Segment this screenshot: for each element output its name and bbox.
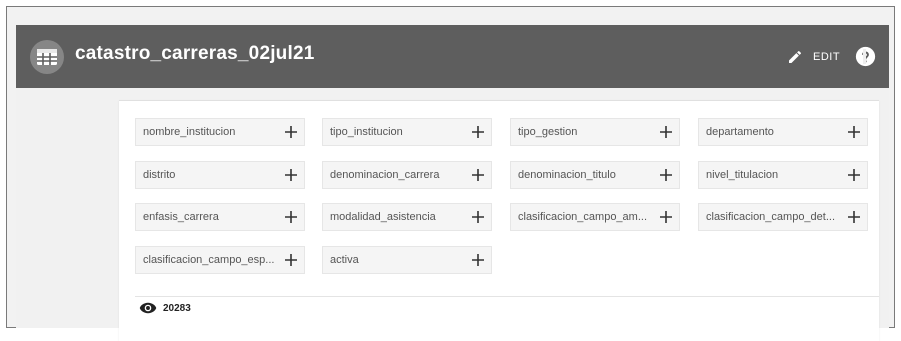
records-footer: 20283 (135, 296, 879, 319)
field-chip[interactable]: clasificacion_campo_det... (698, 203, 868, 231)
plus-icon[interactable] (467, 164, 489, 186)
app-title: catastro_carreras_02jul21 (75, 43, 315, 64)
plus-icon[interactable] (843, 164, 865, 186)
field-label: tipo_institucion (330, 126, 403, 138)
eye-icon (139, 302, 157, 314)
view-count: 20283 (163, 302, 191, 314)
overflow-menu-edge[interactable] (863, 49, 866, 64)
field-label: denominacion_carrera (330, 169, 440, 181)
field-label: nivel_titulacion (706, 169, 779, 181)
field-label: clasificacion_campo_am... (518, 211, 648, 223)
plus-icon[interactable] (843, 121, 865, 143)
field-chip[interactable]: distrito (135, 161, 305, 189)
field-chip[interactable]: denominacion_carrera (322, 161, 492, 189)
plus-icon[interactable] (280, 206, 302, 228)
field-chip[interactable]: denominacion_titulo (510, 161, 680, 189)
field-label: activa (330, 254, 359, 266)
field-chip[interactable]: activa (322, 246, 492, 274)
plus-icon[interactable] (843, 206, 865, 228)
field-chip[interactable]: tipo_gestion (510, 118, 680, 146)
field-label: tipo_gestion (518, 126, 578, 138)
edit-button[interactable]: EDIT (787, 47, 840, 67)
plus-icon[interactable] (280, 164, 302, 186)
field-chip[interactable]: clasificacion_campo_am... (510, 203, 680, 231)
field-chip[interactable]: enfasis_carrera (135, 203, 305, 231)
field-chip[interactable]: departamento (698, 118, 868, 146)
plus-icon[interactable] (467, 206, 489, 228)
field-label: modalidad_asistencia (330, 211, 436, 223)
field-label: clasificacion_campo_esp... (143, 254, 275, 266)
plus-icon[interactable] (655, 206, 677, 228)
field-label: clasificacion_campo_det... (706, 211, 836, 223)
field-chip[interactable]: tipo_institucion (322, 118, 492, 146)
field-label: nombre_institucion (143, 126, 236, 138)
plus-icon[interactable] (655, 164, 677, 186)
field-chip[interactable]: nivel_titulacion (698, 161, 868, 189)
plus-icon[interactable] (467, 249, 489, 271)
plus-icon[interactable] (280, 249, 302, 271)
table-icon (30, 40, 64, 74)
edit-label: EDIT (813, 51, 841, 63)
plus-icon[interactable] (467, 121, 489, 143)
pencil-icon (789, 50, 802, 63)
app-header: catastro_carreras_02jul21 EDIT (16, 25, 889, 88)
field-label: distrito (143, 169, 176, 181)
field-label: denominacion_titulo (518, 169, 616, 181)
plus-icon[interactable] (280, 121, 302, 143)
field-label: departamento (706, 126, 774, 138)
field-chip[interactable]: modalidad_asistencia (322, 203, 492, 231)
field-label: enfasis_carrera (143, 211, 219, 223)
field-chip[interactable]: clasificacion_campo_esp... (135, 246, 305, 274)
field-chip[interactable]: nombre_institucion (135, 118, 305, 146)
plus-icon[interactable] (655, 121, 677, 143)
